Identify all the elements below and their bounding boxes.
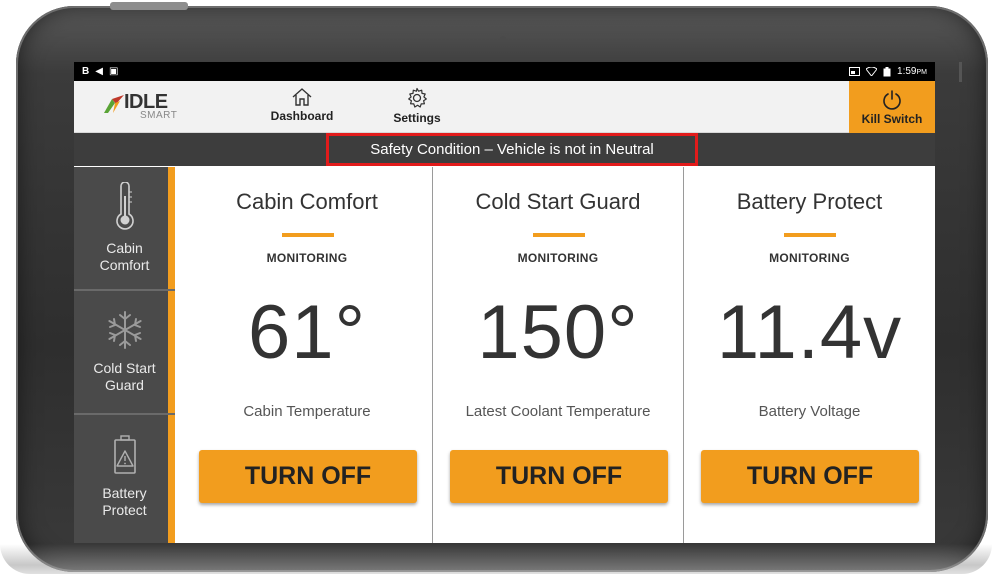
card-status: MONITORING [769, 251, 850, 265]
app-screen: B ◀ ▣ 1:59PM IDLE SMART Dashboard Settin… [74, 62, 935, 543]
status-left: B ◀ ▣ [82, 66, 118, 77]
clock: 1:59PM [897, 66, 927, 77]
card-title: Cabin Comfort [236, 189, 378, 214]
snowflake-icon [107, 311, 142, 349]
sidebar-item-label: Cabin Comfort [99, 240, 150, 273]
wifi-icon [866, 67, 878, 76]
clock-time: 1:59 [897, 66, 917, 77]
status-bar: B ◀ ▣ 1:59PM [74, 62, 935, 81]
turn-off-button[interactable]: TURN OFF [450, 450, 668, 503]
home-icon [292, 88, 312, 106]
alert-bar: Safety Condition – Vehicle is not in Neu… [74, 133, 935, 166]
status-right: 1:59PM [849, 66, 927, 77]
card-value: 61° [248, 290, 366, 375]
nav-dashboard-label: Dashboard [270, 109, 334, 123]
card-divider [282, 233, 334, 237]
idle-smart-logo[interactable]: IDLE SMART [102, 91, 192, 125]
notification-b-icon: B [82, 66, 90, 77]
cast-icon [849, 67, 861, 76]
nav-settings-label: Settings [393, 111, 441, 125]
card-divider [533, 233, 585, 237]
logo-subtitle: SMART [140, 110, 178, 121]
camera-icon [500, 36, 506, 42]
nav-dashboard[interactable]: Dashboard [264, 85, 340, 131]
gear-icon [408, 87, 427, 108]
app-header: IDLE SMART Dashboard Settings Kill Switc… [74, 81, 935, 133]
card-value: 11.4v [716, 290, 903, 375]
turn-off-button[interactable]: TURN OFF [199, 450, 417, 503]
sidebar-item-label: Battery Protect [102, 485, 147, 518]
card-divider [784, 233, 836, 237]
image-notification-icon: ▣ [108, 66, 119, 77]
card-subtitle: Battery Voltage [758, 403, 861, 420]
tablet-power-button [110, 2, 188, 10]
main-content: Cabin Comfort Cold Start Guard Battery P… [74, 167, 935, 543]
nav-settings[interactable]: Settings [384, 85, 450, 131]
card-subtitle: Latest Coolant Temperature [465, 403, 651, 420]
card-status: MONITORING [266, 251, 348, 265]
sidebar-item-cabin-comfort[interactable]: Cabin Comfort [74, 167, 175, 291]
tablet-bottom-reflection [0, 544, 992, 574]
card-value: 150° [477, 290, 639, 375]
power-icon [883, 89, 901, 110]
thermometer-icon [115, 182, 134, 230]
card-status: MONITORING [517, 251, 599, 265]
card-cabin-comfort: Cabin Comfort MONITORING 61° Cabin Tempe… [182, 167, 433, 543]
card-title: Battery Protect [736, 189, 883, 214]
mode-cards: Cabin Comfort MONITORING 61° Cabin Tempe… [182, 167, 935, 543]
battery-status-icon [883, 66, 891, 76]
sidebar: Cabin Comfort Cold Start Guard Battery P… [74, 167, 175, 543]
safety-alert-message: Safety Condition – Vehicle is not in Neu… [326, 133, 698, 166]
card-battery-protect: Battery Protect MONITORING 11.4v Battery… [684, 167, 935, 543]
card-subtitle: Cabin Temperature [243, 403, 371, 420]
kill-switch-label: Kill Switch [861, 111, 923, 126]
sidebar-item-battery-protect[interactable]: Battery Protect [74, 415, 175, 539]
alert-text: Safety Condition – Vehicle is not in Neu… [370, 141, 654, 158]
tablet-side-button [959, 62, 962, 82]
sidebar-item-cold-start-guard[interactable]: Cold Start Guard [74, 291, 175, 415]
card-title: Cold Start Guard [475, 189, 641, 214]
kill-switch-button[interactable]: Kill Switch [849, 81, 935, 133]
battery-warning-icon [113, 435, 136, 474]
turn-off-button[interactable]: TURN OFF [701, 450, 919, 503]
clock-ampm: PM [916, 69, 928, 76]
card-cold-start-guard: Cold Start Guard MONITORING 150° Latest … [433, 167, 684, 543]
sidebar-item-label: Cold Start Guard [93, 360, 156, 393]
back-arrow-icon: ◀ [95, 66, 103, 77]
